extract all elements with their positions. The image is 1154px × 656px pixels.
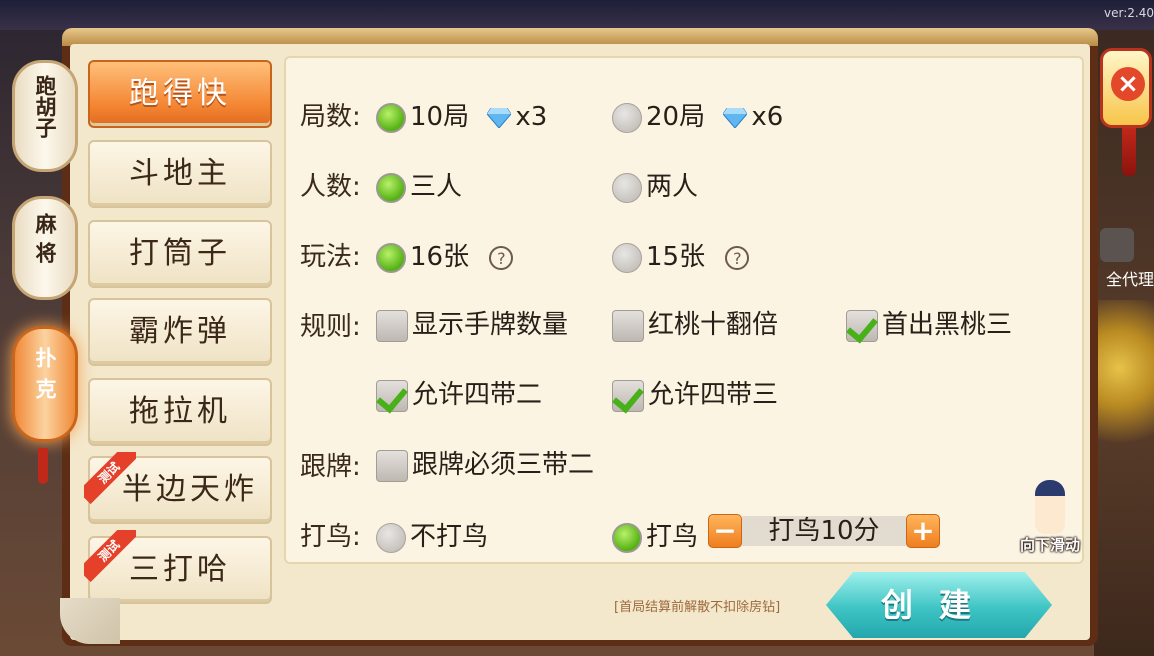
radio-unselected-icon [376, 522, 406, 553]
lantern-tassel [1122, 128, 1136, 176]
game-button-tuolaji[interactable]: 拖拉机 [88, 378, 272, 446]
bird-label: 打鸟: [300, 522, 361, 552]
plus-button[interactable]: + [906, 514, 940, 548]
play-label: 玩法: [300, 242, 361, 272]
players-option-two[interactable]: 两人 [612, 166, 698, 203]
category-label: 跑胡子 [33, 75, 57, 138]
tab-tassel [38, 448, 48, 484]
close-icon: × [1111, 67, 1145, 101]
bird-option-on[interactable]: 打鸟 [612, 516, 698, 553]
follow-must-three-two[interactable]: 跟牌必须三带二 [376, 444, 594, 482]
rule-show-hand-count[interactable]: 显示手牌数量 [376, 304, 568, 342]
game-button-paodekuai[interactable]: 跑得快 [88, 60, 272, 128]
minus-button[interactable]: − [708, 514, 742, 548]
radio-unselected-icon [612, 242, 642, 273]
scene-top-banner [0, 0, 1154, 30]
version-label: ver:2.40 [1104, 6, 1154, 20]
game-button-bazhadan[interactable]: 霸炸弹 [88, 298, 272, 366]
close-button[interactable]: × [1100, 48, 1152, 128]
bird-score-stepper: − 打鸟10分 + [708, 514, 940, 550]
test-badge: 测试 [84, 530, 136, 582]
pointing-hand-icon [1035, 480, 1065, 534]
scroll-down-hint: 向下滑动 [1014, 480, 1086, 564]
bird-score-value: 打鸟10分 [742, 516, 906, 546]
checkbox-icon [376, 309, 408, 342]
game-button-datongzi[interactable]: 打筒子 [88, 220, 272, 288]
checkbox-checked-icon [612, 379, 644, 412]
rounds-option-10[interactable]: 10局 x3 [376, 96, 547, 133]
radio-selected-icon [612, 522, 642, 553]
help-icon[interactable]: ? [489, 245, 514, 270]
checkbox-icon [612, 309, 644, 342]
checkbox-checked-icon [846, 309, 878, 342]
agent-avatar-icon[interactable] [1100, 228, 1134, 262]
rounds-option-20[interactable]: 20局 x6 [612, 96, 783, 133]
radio-selected-icon [376, 172, 406, 203]
rule-four-with-two[interactable]: 允许四带二 [376, 374, 542, 412]
radio-selected-icon [376, 102, 406, 133]
players-label: 人数: [300, 172, 361, 202]
dissolve-notice: [首局结算前解散不扣除房钻] [614, 600, 781, 615]
agent-label: 全代理 [1105, 270, 1154, 289]
play-option-15[interactable]: 15张 ? [612, 236, 750, 273]
diamond-icon [723, 107, 748, 128]
rule-first-spade-three[interactable]: 首出黑桃三 [846, 304, 1012, 342]
rule-hearts-ten-double[interactable]: 红桃十翻倍 [612, 304, 778, 342]
gold-tree-decoration [1096, 300, 1154, 470]
game-button-doudizhu[interactable]: 斗地主 [88, 140, 272, 208]
category-label: 扑克 [33, 347, 57, 409]
test-badge: 测试 [84, 452, 136, 504]
bird-option-none[interactable]: 不打鸟 [376, 516, 488, 553]
rounds-label: 局数: [300, 102, 361, 132]
checkbox-checked-icon [376, 379, 408, 412]
help-icon[interactable]: ? [725, 245, 750, 270]
category-label: 麻将 [33, 213, 57, 271]
diamond-icon [487, 107, 512, 128]
create-room-button[interactable]: 创建 [826, 572, 1052, 638]
play-option-16[interactable]: 16张 ? [376, 236, 514, 273]
rules-label: 规则: [300, 312, 361, 342]
radio-unselected-icon [612, 102, 642, 133]
follow-label: 跟牌: [300, 452, 361, 482]
radio-selected-icon [376, 242, 406, 273]
checkbox-icon [376, 449, 408, 482]
scroll-hint-label: 向下滑动 [1019, 536, 1080, 554]
radio-unselected-icon [612, 172, 642, 203]
category-tab-mahjong[interactable]: 麻将 [12, 196, 78, 300]
category-tab-paohuzi[interactable]: 跑胡子 [12, 60, 78, 172]
category-tab-poker[interactable]: 扑克 [12, 326, 78, 442]
players-option-three[interactable]: 三人 [376, 166, 462, 203]
rule-four-with-three[interactable]: 允许四带三 [612, 374, 778, 412]
